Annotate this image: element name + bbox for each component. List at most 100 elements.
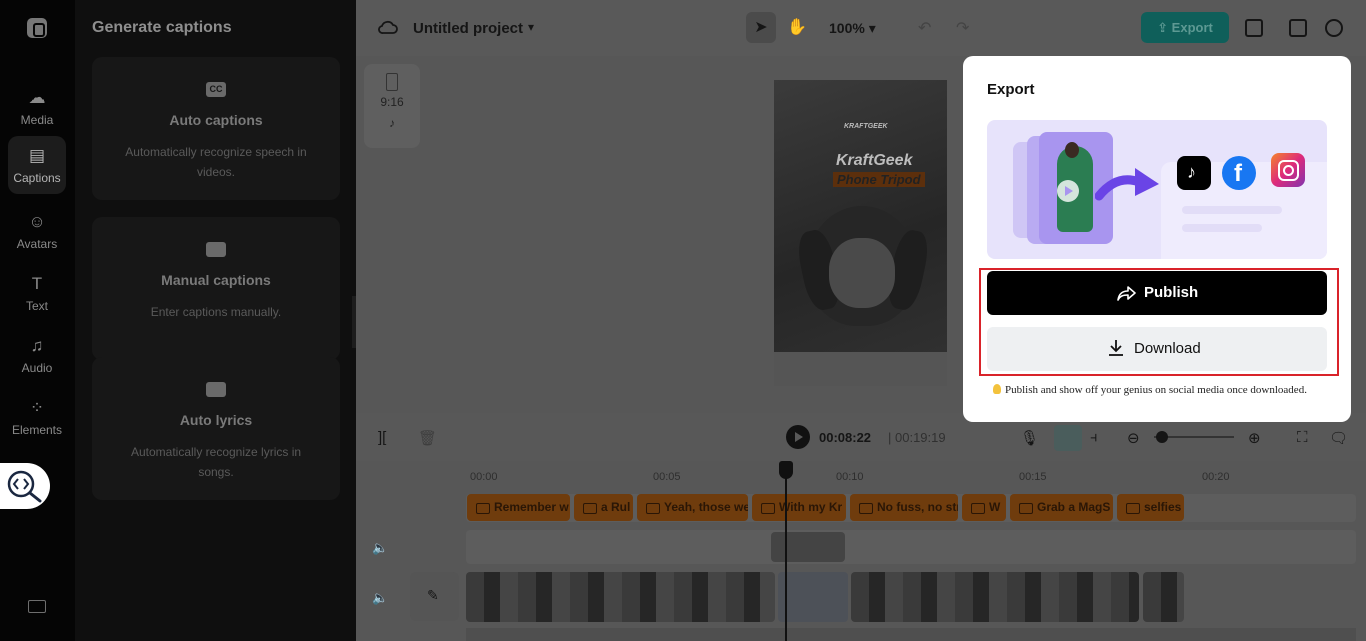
caption-clip[interactable]: With my Kr [752,494,846,521]
card-description: Enter captions manually. [150,305,282,319]
card-title: Auto lyrics [179,412,253,428]
download-label: Download [1134,340,1201,357]
auto-lyrics-card[interactable]: Auto lyrics Automatically recognize lyri… [92,357,340,500]
ruler-tick: 00:00 [470,471,498,483]
auto-captions-card[interactable]: CC Auto captions Automatically recognize… [92,57,340,200]
microphone-icon[interactable]: 🎙 [1020,429,1039,447]
layers-icon[interactable] [1245,19,1263,37]
left-rail: ☁ Media ▤ Captions ☺ Avatars T Text ♫ Au… [0,0,75,641]
sidebar-item-label: Captions [13,171,61,185]
illustration-line [1182,206,1282,214]
current-time: 00:08:22 [819,430,872,445]
speaker-icon[interactable]: 🔈 [372,540,388,556]
publish-button[interactable]: Publish [987,271,1327,315]
caption-clip[interactable]: Yeah, those we [637,494,748,521]
aspect-ratio-selector[interactable]: 9:16 ♪ [364,64,420,148]
text-icon: T [31,274,43,293]
split-view-icon[interactable] [1289,19,1307,37]
export-illustration: ♪ f [987,120,1327,259]
preview-bottom-bar [774,352,947,386]
timeline-ruler[interactable]: 00:00 00:05 00:10 00:15 00:20 [466,463,1366,485]
undo-icon[interactable]: ↶ [918,18,931,38]
zoom-level[interactable]: 100% ▾ [829,20,876,37]
hand-tool-button[interactable]: ✋ [782,12,812,43]
caption-clip[interactable]: selfies [1117,494,1184,521]
person-head [1065,142,1079,158]
cover-edit-button[interactable]: ✎ [410,572,459,621]
export-tip: Publish and show off your genius on soci… [993,384,1307,396]
video-clip[interactable] [466,572,775,622]
screen-reader-chip[interactable] [0,463,50,509]
publish-label: Publish [1144,284,1199,301]
sidebar-item-audio[interactable]: ♫ Audio [8,326,66,384]
video-preview[interactable]: KRAFTGEEK KraftGeek Phone Tripod [774,80,947,386]
sidebar-item-label: Media [20,113,54,127]
dialog-title: Export [987,81,1035,98]
trash-icon[interactable]: 🗑 [418,429,437,447]
gear-icon[interactable] [1325,19,1343,37]
playhead-line[interactable] [785,462,787,641]
sidebar-item-label: Audio [21,361,53,375]
music-note-icon: ♫ [30,336,44,355]
video-clip[interactable] [1143,572,1184,622]
inspect-magnifier-icon [7,470,42,503]
caption-track: Remember w a Rul Yeah, those we With my … [466,494,1356,522]
playhead-handle[interactable] [779,461,793,479]
ruler-tick: 00:05 [653,471,681,483]
caption-clip[interactable]: a Rul [574,494,633,521]
share-arrow-icon [1095,168,1159,201]
preview-subtitle-text: Phone Tripod [833,172,925,187]
speaker-icon[interactable]: 🔈 [372,590,388,606]
cc-icon: CC [206,82,226,97]
illustration-line [1182,224,1262,232]
zoom-in-icon[interactable]: ⊕ [1248,429,1261,447]
sidebar-item-media[interactable]: ☁ Media [8,78,66,136]
sidebar-item-elements[interactable]: ⁘ Elements [8,388,66,446]
card-description: Automatically recognize speech in videos… [125,145,307,179]
preview-title-text: KraftGeek [836,152,913,169]
zoom-out-icon[interactable]: ⊖ [1127,429,1140,447]
magnet-snap-icon[interactable] [1054,425,1082,451]
export-button[interactable]: ⇪ Export [1141,12,1229,43]
split-icon[interactable]: ][ [378,429,386,446]
app-logo-icon[interactable] [27,18,47,38]
play-button[interactable] [786,425,810,449]
sticker-clip[interactable] [771,532,845,562]
fullscreen-icon[interactable]: ⛶ [1297,429,1308,446]
pencil-icon: ✎ [427,587,439,603]
redo-icon[interactable]: ↷ [956,18,969,38]
ruler-tick: 00:15 [1019,471,1047,483]
ruler-tick: 00:10 [836,471,864,483]
tiktok-icon: ♪ [389,116,395,130]
captions-icon: ▤ [28,146,46,165]
sidebar-item-label: Text [25,299,48,313]
select-tool-button[interactable]: ➤ [746,12,776,43]
cloud-sync-icon[interactable] [378,19,398,35]
sidebar-item-captions[interactable]: ▤ Captions [8,136,66,194]
split-clip-icon[interactable]: ⫞ [1090,429,1098,446]
caption-clip[interactable]: Grab a MagS [1010,494,1113,521]
lightbulb-icon [993,384,1001,394]
caption-clip[interactable]: No fuss, no str [850,494,958,521]
audio-track [466,628,1356,641]
manual-captions-card[interactable]: Manual captions Enter captions manually. [92,217,340,360]
ratio-label: 9:16 [380,95,404,109]
comment-icon[interactable]: 🗨 [1329,429,1348,447]
video-clip[interactable] [778,572,848,622]
video-clip[interactable] [851,572,1139,622]
top-toolbar: Untitled project ▾ ➤ ✋ 100% ▾ ↶ ↷ ⇪ Expo… [356,0,1366,56]
captions-panel: Generate captions CC Auto captions Autom… [75,0,356,641]
keyboard-shortcuts-icon[interactable] [28,600,46,613]
total-time-value: 00:19:19 [895,430,946,445]
chevron-down-icon[interactable]: ▾ [528,20,534,34]
play-icon [1057,180,1079,202]
download-button[interactable]: Download [987,327,1327,371]
sidebar-item-text[interactable]: T Text [8,264,66,322]
cloud-upload-icon: ☁ [28,88,46,107]
caption-clip[interactable]: W [962,494,1006,521]
caption-clip[interactable]: Remember w [467,494,570,521]
zoom-slider-knob[interactable] [1156,431,1168,443]
project-name[interactable]: Untitled project [413,20,523,37]
sidebar-item-avatars[interactable]: ☺ Avatars [8,202,66,260]
facebook-logo-icon: f [1222,156,1256,190]
